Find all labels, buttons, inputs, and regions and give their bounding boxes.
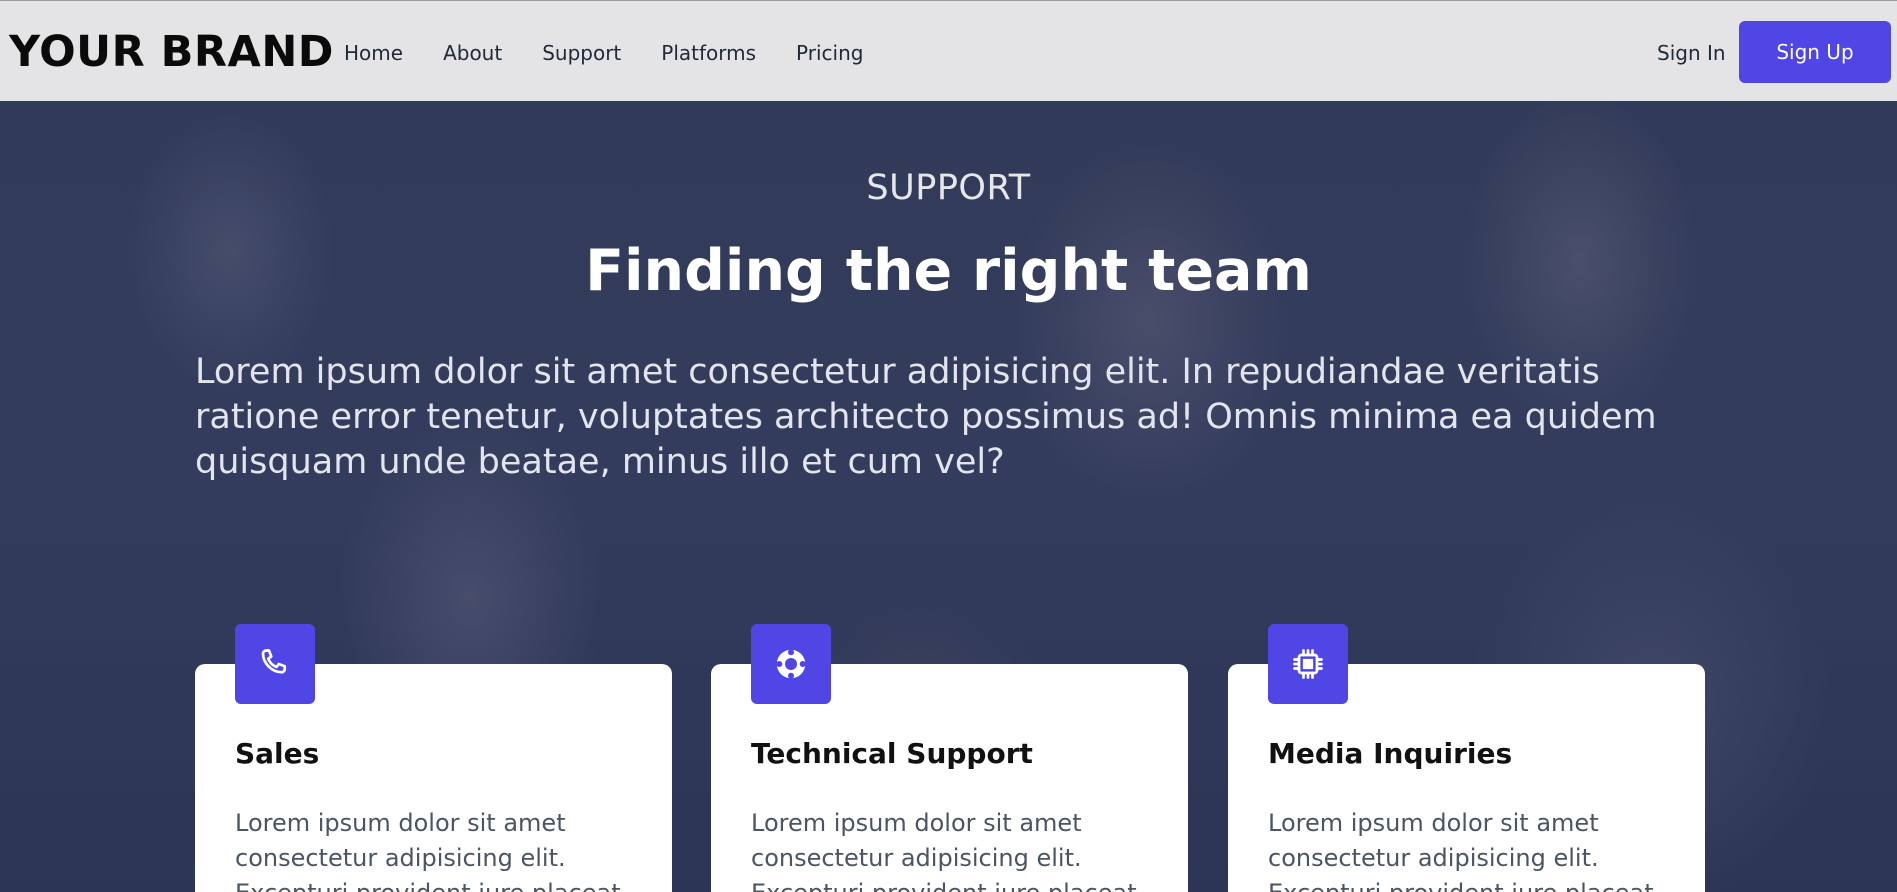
- card-text: Lorem ipsum dolor sit amet consectetur a…: [751, 809, 1137, 892]
- card-media-inquiries: Media Inquiries Lorem ipsum dolor sit am…: [1228, 624, 1705, 892]
- hero-title: Finding the right team: [585, 238, 1312, 304]
- card-sales: Sales Lorem ipsum dolor sit amet consect…: [195, 624, 672, 892]
- card-technical-support: Technical Support Lorem ipsum dolor sit …: [711, 624, 1188, 892]
- card-text: Lorem ipsum dolor sit amet consectetur a…: [1268, 809, 1654, 892]
- card-title: Sales: [235, 737, 320, 770]
- card-text: Lorem ipsum dolor sit amet consectetur a…: [235, 809, 621, 892]
- phone-icon: [235, 624, 315, 704]
- cpu-chip-icon: [1268, 624, 1348, 704]
- nav-pricing[interactable]: Pricing: [796, 39, 863, 67]
- card-title: Technical Support: [751, 737, 1033, 770]
- sign-up-button[interactable]: Sign Up: [1739, 21, 1891, 83]
- site-header: YOUR BRAND Home About Support Platforms …: [0, 0, 1897, 101]
- hero-lead: Lorem ipsum dolor sit amet consectetur a…: [195, 352, 1657, 482]
- nav-about[interactable]: About: [443, 39, 502, 67]
- nav-home[interactable]: Home: [344, 39, 403, 67]
- sign-in-link[interactable]: Sign In: [1657, 39, 1726, 67]
- brand-logo[interactable]: YOUR BRAND: [9, 27, 334, 77]
- hero-section: SUPPORT Finding the right team Lorem ips…: [0, 101, 1897, 892]
- nav-platforms[interactable]: Platforms: [661, 39, 756, 67]
- lifebuoy-icon: [751, 624, 831, 704]
- nav-support[interactable]: Support: [542, 39, 621, 67]
- main-nav: Home About Support Platforms Pricing: [344, 39, 903, 67]
- card-title: Media Inquiries: [1268, 737, 1513, 770]
- hero-eyebrow: SUPPORT: [866, 168, 1031, 208]
